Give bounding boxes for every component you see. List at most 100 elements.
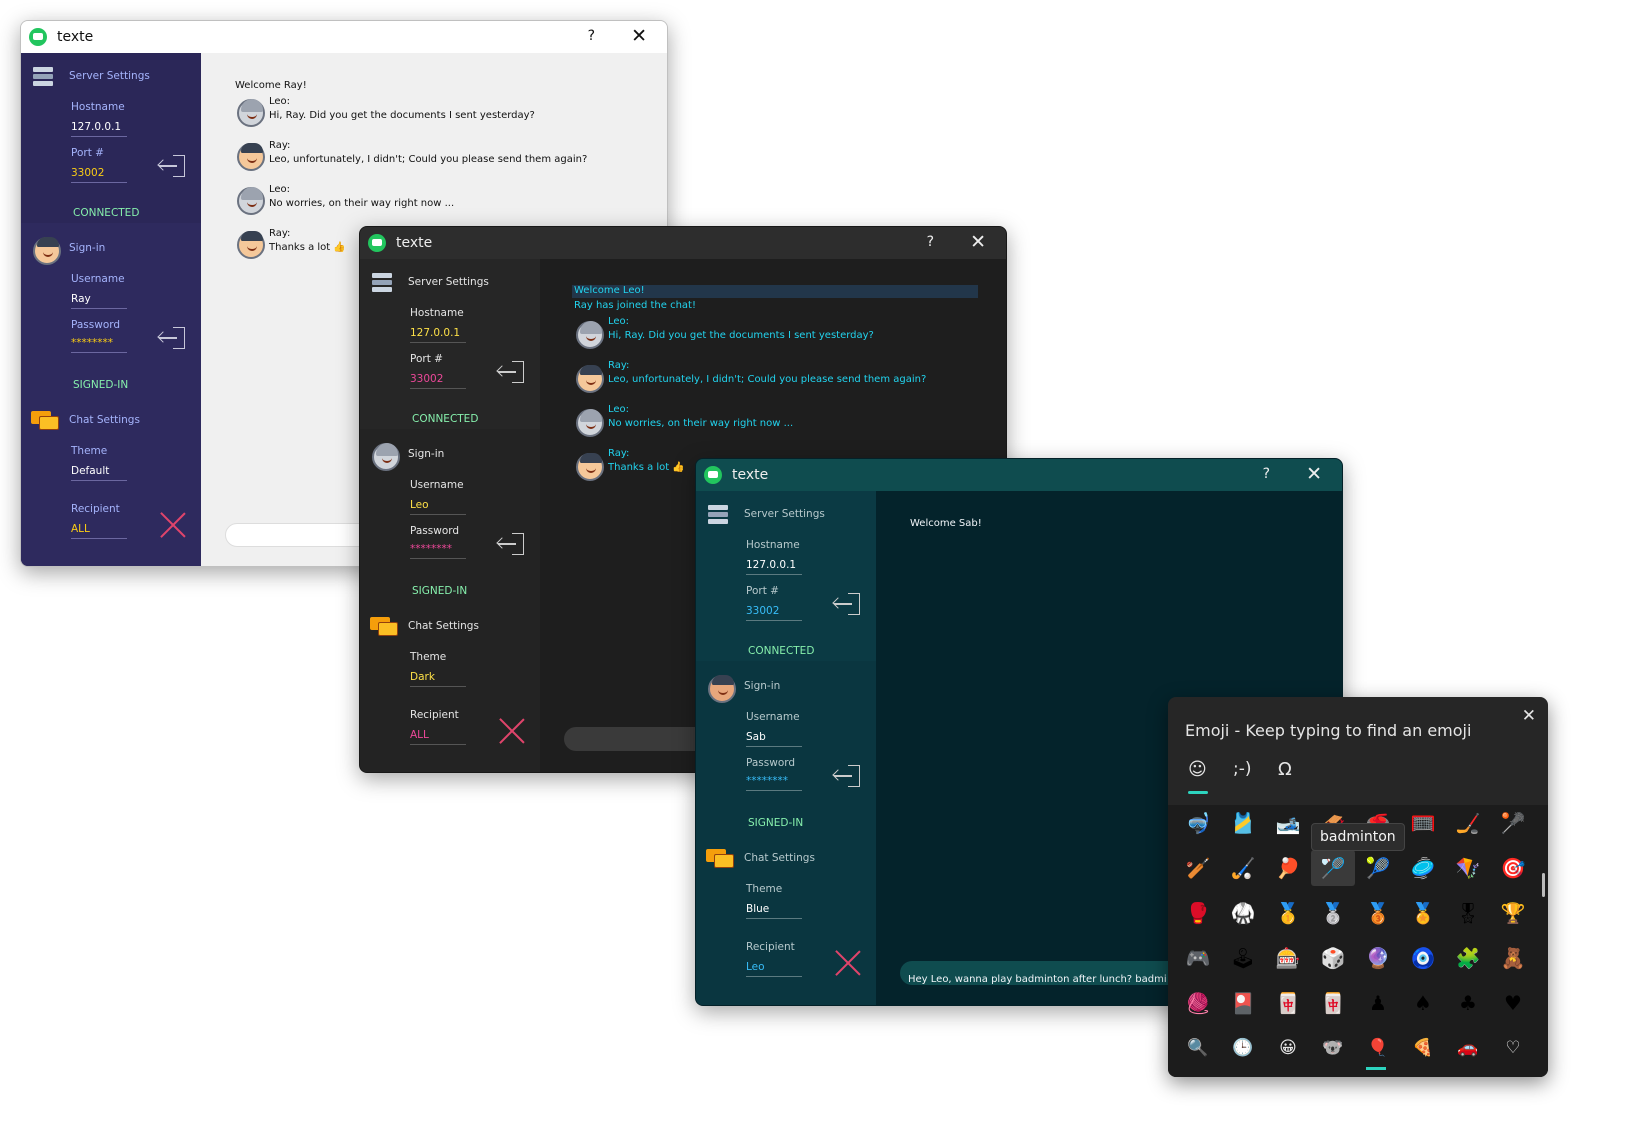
emoji-cell[interactable]: 🎖 — [1454, 899, 1482, 927]
emoji-cell[interactable]: 🧶 — [1184, 989, 1212, 1017]
help-button[interactable]: ? — [927, 234, 934, 250]
title-bar[interactable]: texte ? ✕ — [360, 227, 1006, 259]
signin-section: Sign-in Username Sab Password ******** S… — [696, 663, 876, 835]
disconnect-icon[interactable] — [832, 593, 860, 615]
tab-kaomoji[interactable]: ;-) — [1233, 759, 1252, 779]
emoji-category-icon[interactable]: 🍕 — [1409, 1034, 1437, 1062]
title-bar[interactable]: texte ? ✕ — [21, 21, 667, 53]
port-field[interactable]: 33002 — [746, 605, 802, 621]
chat-sender: Ray: — [608, 448, 630, 459]
theme-selector[interactable]: Default — [71, 465, 127, 481]
password-field[interactable]: ******** — [410, 543, 466, 559]
theme-selector[interactable]: Dark — [410, 671, 466, 687]
emoji-cell[interactable]: 🎽 — [1229, 809, 1257, 837]
emoji-cell[interactable]: 🎲 — [1319, 944, 1347, 972]
help-button[interactable]: ? — [1263, 466, 1270, 482]
emoji-cell[interactable]: ♠ — [1409, 989, 1437, 1017]
signout-icon[interactable] — [157, 327, 185, 349]
active-category-indicator — [1366, 1067, 1386, 1070]
emoji-cell[interactable]: 🎴 — [1229, 989, 1257, 1017]
port-label: Port # — [746, 585, 779, 597]
emoji-cell[interactable]: 🏅 — [1409, 899, 1437, 927]
emoji-cell[interactable]: ♟ — [1364, 989, 1392, 1017]
password-field[interactable]: ******** — [746, 775, 802, 791]
emoji-cell[interactable]: 🧩 — [1454, 944, 1482, 972]
recipient-selector[interactable]: ALL — [71, 523, 127, 539]
emoji-cell[interactable]: 🧸 — [1499, 944, 1527, 972]
hostname-field[interactable]: 127.0.0.1 — [410, 327, 466, 343]
emoji-category-icon[interactable]: 🐨 — [1319, 1034, 1347, 1062]
emoji-cell[interactable]: 🎿 — [1274, 809, 1302, 837]
disconnect-icon[interactable] — [157, 155, 185, 177]
emoji-cell[interactable]: 🔮 — [1364, 944, 1392, 972]
section-title: Sign-in — [69, 242, 106, 254]
close-button[interactable]: ✕ — [970, 231, 986, 253]
chat-message: No worries, on their way right now ... — [608, 418, 794, 429]
tab-emoji[interactable]: ☺ — [1188, 759, 1207, 780]
emoji-cell[interactable]: 🏑 — [1229, 854, 1257, 882]
recipient-selector[interactable]: ALL — [410, 729, 466, 745]
hostname-field[interactable]: 127.0.0.1 — [71, 121, 127, 137]
close-button[interactable]: ✕ — [1306, 463, 1322, 485]
port-field[interactable]: 33002 — [71, 167, 127, 183]
emoji-cell[interactable]: 🥇 — [1274, 899, 1302, 927]
emoji-cell[interactable]: 🎰 — [1274, 944, 1302, 972]
hostname-field[interactable]: 127.0.0.1 — [746, 559, 802, 575]
emoji-cell[interactable]: 🥊 — [1184, 899, 1212, 927]
emoji-cell[interactable]: 🥏 — [1409, 854, 1437, 882]
emoji-cell[interactable]: 🥅 — [1409, 809, 1437, 837]
signout-icon[interactable] — [496, 533, 524, 555]
ray-avatar-icon — [237, 143, 265, 171]
emoji-cell[interactable]: 🥈 — [1319, 899, 1347, 927]
emoji-cell[interactable]: 🀄 — [1274, 989, 1302, 1017]
emoji-cell[interactable]: 🏆 — [1499, 899, 1527, 927]
emoji-cell[interactable]: 🎯 — [1499, 854, 1527, 882]
tab-symbols[interactable]: Ω — [1278, 759, 1292, 780]
emoji-cell[interactable]: 🥉 — [1364, 899, 1392, 927]
emoji-category-icon[interactable]: 😀 — [1274, 1034, 1302, 1062]
chat-sender: Leo: — [269, 184, 291, 195]
emoji-cell[interactable]: 🏸 — [1311, 850, 1355, 886]
emoji-cell[interactable]: ♥ — [1499, 989, 1527, 1017]
help-button[interactable]: ? — [588, 28, 595, 44]
signout-icon[interactable] — [832, 765, 860, 787]
scrollbar[interactable] — [1542, 873, 1545, 897]
disconnect-icon[interactable] — [496, 361, 524, 383]
chat-message: Thanks a lot 👍 — [269, 242, 346, 253]
emoji-cell[interactable]: 🎾 — [1364, 854, 1392, 882]
username-field[interactable]: Ray — [71, 293, 127, 309]
section-title: Server Settings — [408, 276, 489, 288]
emoji-cell[interactable]: 🎮 — [1184, 944, 1212, 972]
emoji-cell[interactable]: 🀄 — [1319, 989, 1347, 1017]
emoji-category-icon[interactable]: 🔍 — [1184, 1034, 1212, 1062]
emoji-cell[interactable]: 🥍 — [1499, 809, 1527, 837]
close-icon[interactable]: ✕ — [1522, 706, 1536, 726]
close-button[interactable]: ✕ — [631, 25, 647, 47]
emoji-cell[interactable]: 🏓 — [1274, 854, 1302, 882]
emoji-category-icon[interactable]: 🚗 — [1454, 1034, 1482, 1062]
emoji-cell[interactable]: ♣ — [1454, 989, 1482, 1017]
emoji-category-icon[interactable]: 🎈 — [1364, 1034, 1392, 1062]
emoji-category-icon[interactable]: 🕒 — [1229, 1034, 1257, 1062]
theme-selector[interactable]: Blue — [746, 903, 802, 919]
emoji-cell[interactable]: 🕹 — [1229, 944, 1257, 972]
emoji-cell[interactable]: 🤿 — [1184, 809, 1212, 837]
emoji-cell[interactable]: 🏏 — [1184, 854, 1212, 882]
recipient-selector[interactable]: Leo — [746, 961, 802, 977]
password-field[interactable]: ******** — [71, 337, 127, 353]
chat-message: Welcome Sab! — [910, 518, 982, 529]
emoji-cell[interactable]: 🪁 — [1454, 854, 1482, 882]
chat-message: Leo, unfortunately, I didn't; Could you … — [269, 154, 588, 165]
signin-section: Sign-in Username Ray Password ******** S… — [21, 225, 201, 397]
title-bar[interactable]: texte ? ✕ — [696, 459, 1342, 491]
emoji-cell[interactable]: 🧿 — [1409, 944, 1437, 972]
port-field[interactable]: 33002 — [410, 373, 466, 389]
emoji-cell[interactable]: 🏒 — [1454, 809, 1482, 837]
emoji-cell[interactable]: 🥋 — [1229, 899, 1257, 927]
username-field[interactable]: Sab — [746, 731, 802, 747]
clear-recipient-icon[interactable] — [159, 511, 187, 539]
username-field[interactable]: Leo — [410, 499, 466, 515]
clear-recipient-icon[interactable] — [834, 949, 862, 977]
emoji-category-icon[interactable]: ♡ — [1499, 1034, 1527, 1062]
clear-recipient-icon[interactable] — [498, 717, 526, 745]
